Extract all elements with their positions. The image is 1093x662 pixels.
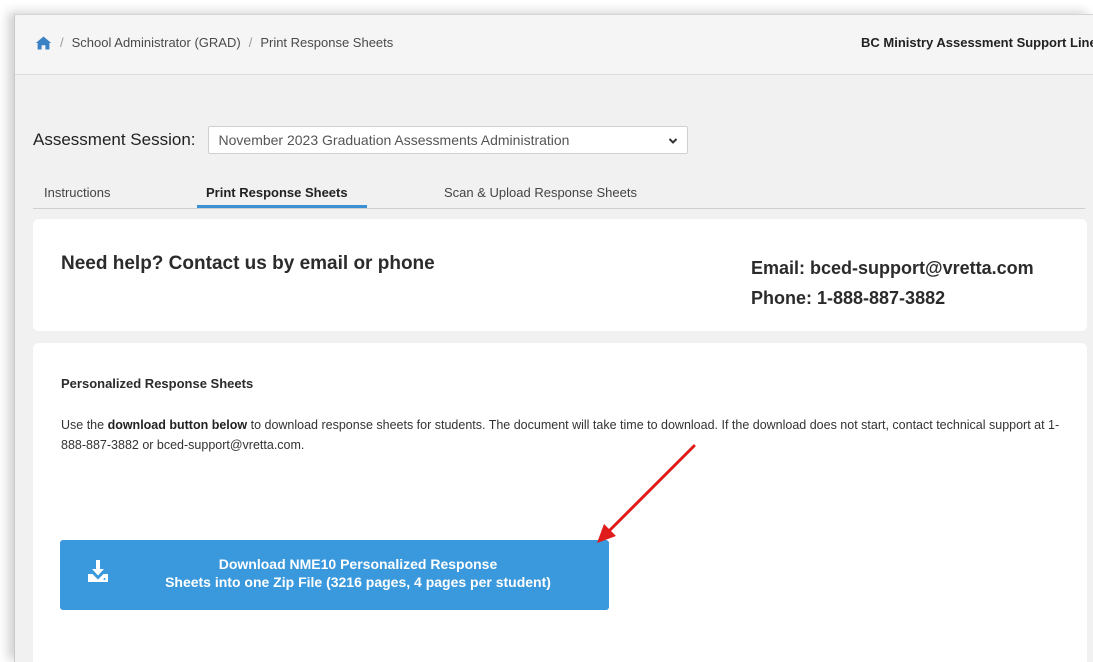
support-phone: Phone: 1-888-887-3882 — [751, 288, 946, 308]
tab-print-response-sheets[interactable]: Print Response Sheets — [206, 185, 348, 200]
assessment-session-row: Assessment Session: November 2023 Gradua… — [33, 126, 688, 154]
download-icon — [87, 559, 109, 588]
tab-bar: Instructions Print Response Sheets Scan … — [33, 183, 1085, 209]
download-label-line2: Sheets into one Zip File (3216 pages, 4 … — [165, 574, 551, 590]
desc-bold: download button below — [107, 418, 248, 432]
breadcrumb: / School Administrator (GRAD) / Print Re… — [35, 35, 393, 50]
contact-info: Email: bced-support@vretta.com Phone: 1-… — [751, 253, 1034, 313]
breadcrumb-print-response-sheets: Print Response Sheets — [260, 35, 394, 50]
assessment-session-value: November 2023 Graduation Assessments Adm… — [218, 132, 570, 148]
help-card: Need help? Contact us by email or phone … — [33, 219, 1087, 331]
desc-prefix: Use the — [61, 418, 108, 432]
download-button-label: Download NME10 Personalized Response She… — [120, 555, 596, 591]
top-bar: / School Administrator (GRAD) / Print Re… — [15, 15, 1093, 75]
breadcrumb-separator: / — [248, 35, 253, 50]
instructions-text: Use the download button below to downloa… — [61, 415, 1071, 455]
download-zip-button[interactable]: Download NME10 Personalized Response She… — [60, 540, 609, 610]
assessment-session-select[interactable]: November 2023 Graduation Assessments Adm… — [207, 126, 688, 154]
tab-scan-upload-response-sheets[interactable]: Scan & Upload Response Sheets — [444, 185, 637, 200]
response-sheets-card: Personalized Response Sheets Use the dow… — [33, 343, 1087, 662]
breadcrumb-school-administrator[interactable]: School Administrator (GRAD) — [72, 35, 241, 50]
section-title: Personalized Response Sheets — [61, 376, 254, 391]
tab-instructions[interactable]: Instructions — [44, 185, 110, 200]
breadcrumb-separator: / — [60, 35, 64, 50]
help-title: Need help? Contact us by email or phone — [61, 253, 435, 274]
home-icon[interactable] — [35, 36, 52, 50]
download-label-line1: Download NME10 Personalized Response — [218, 556, 498, 572]
chevron-down-icon — [667, 134, 679, 150]
support-email[interactable]: Email: bced-support@vretta.com — [751, 253, 1034, 283]
support-line-link[interactable]: BC Ministry Assessment Support Line — [861, 35, 1093, 50]
app-window: / School Administrator (GRAD) / Print Re… — [14, 14, 1093, 662]
active-tab-indicator — [197, 205, 367, 208]
assessment-session-label: Assessment Session: — [33, 130, 196, 149]
